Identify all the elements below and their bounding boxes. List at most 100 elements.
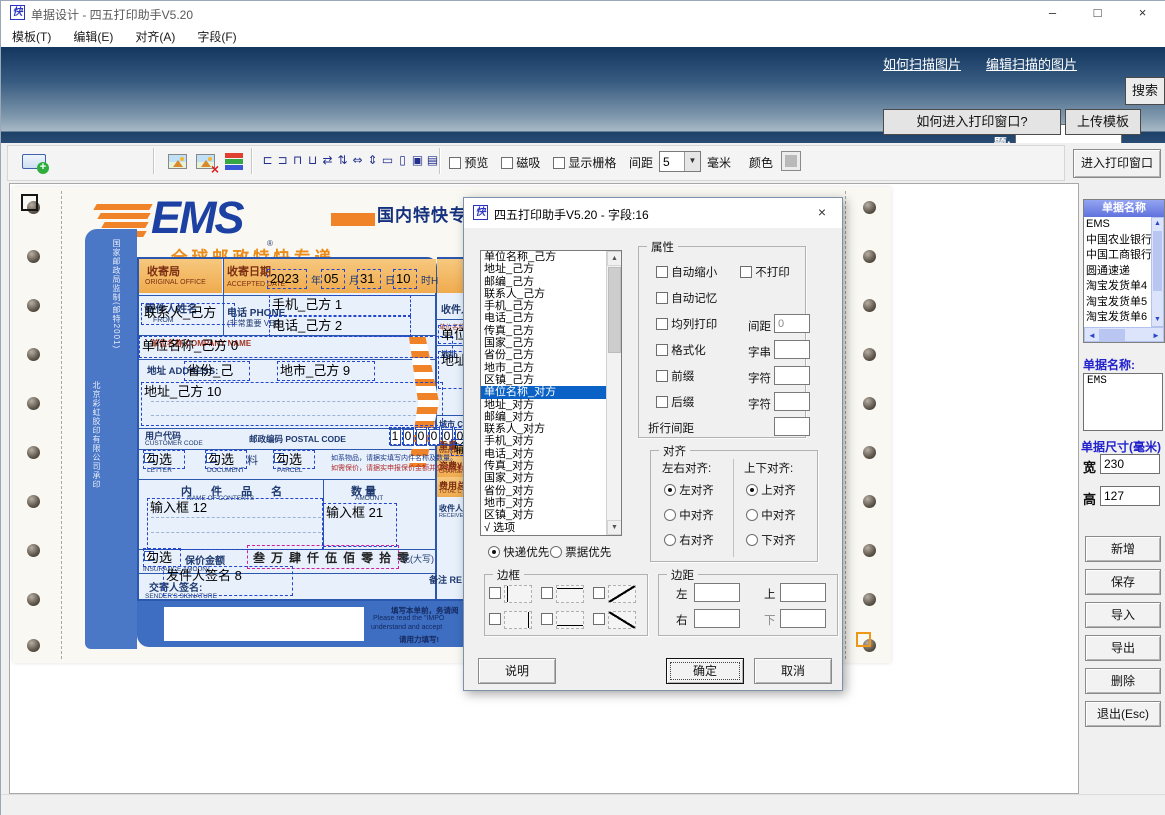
close-button[interactable]: ×	[1119, 1, 1165, 27]
field-overlay[interactable]: 联系人_己方	[141, 303, 235, 325]
priority-radio[interactable]: 票据优先	[550, 544, 611, 560]
dialog-titlebar[interactable]: 快 四五打印助手V5.20 - 字段:16 ×	[464, 198, 842, 228]
new-field-icon[interactable]: +	[15, 148, 53, 176]
color-swatch[interactable]	[781, 151, 801, 171]
field-list-scrollbar[interactable]: ▲ ▼	[606, 251, 621, 535]
h-align-radio[interactable]: 左对齐	[664, 482, 714, 498]
field-overlay[interactable]: 05	[321, 269, 345, 289]
field-overlay[interactable]: 勾选	[273, 450, 315, 469]
field-overlay[interactable]: 2023	[267, 269, 307, 289]
how-to-print-button[interactable]: 如何进入打印窗口?	[883, 109, 1061, 135]
field-list-item[interactable]: 地址_对方	[481, 399, 607, 411]
scroll-right-icon[interactable]: ►	[1150, 329, 1162, 342]
template-hscrollbar[interactable]: ◄ ►	[1084, 327, 1164, 342]
scroll-down-icon[interactable]: ▼	[1152, 314, 1163, 326]
spacing-dropdown[interactable]: 5 ▼	[659, 151, 701, 172]
width-input[interactable]	[1100, 454, 1160, 474]
field-list-item[interactable]: 手机_对方	[481, 435, 607, 447]
magnet-checkbox-box[interactable]	[501, 157, 513, 169]
field-list-item[interactable]: 地市_对方	[481, 497, 607, 509]
template-list-header[interactable]: 单据名称	[1084, 200, 1164, 217]
field-overlay[interactable]: 地址_己方 10	[141, 382, 443, 426]
field-overlay[interactable]: 10	[393, 269, 417, 289]
dropdown-arrow-icon[interactable]: ▼	[684, 152, 700, 171]
magnet-checkbox[interactable]: 磁吸	[501, 154, 540, 171]
field-overlay[interactable]: 地市_己方 9	[277, 361, 375, 381]
template-name-textarea[interactable]: EMS	[1083, 373, 1163, 431]
h-align-radio[interactable]: 中对齐	[664, 507, 714, 523]
menu-item[interactable]: 编辑(E)	[62, 25, 124, 47]
v-align-radio[interactable]: 中对齐	[746, 507, 796, 523]
border-option[interactable]	[593, 585, 645, 603]
margin-left-input[interactable]	[694, 583, 740, 602]
suffix-char-input[interactable]	[774, 392, 810, 411]
field-list-item[interactable]: 传真_己方	[481, 325, 607, 337]
template-list-item[interactable]: EMS	[1084, 217, 1151, 233]
field-list-item[interactable]: √ 选项	[481, 522, 607, 534]
field-list-item[interactable]: 省份_对方	[481, 485, 607, 497]
insert-image-icon[interactable]	[164, 148, 190, 174]
scroll-up-icon[interactable]: ▲	[607, 251, 622, 266]
sidebar-button[interactable]: 保存	[1085, 569, 1161, 595]
scan-help-link[interactable]: 如何扫描图片	[883, 54, 961, 73]
margin-top-input[interactable]	[780, 583, 826, 602]
preview-checkbox-box[interactable]	[449, 157, 461, 169]
colors-icon[interactable]	[220, 148, 246, 174]
template-list-item[interactable]: 中国工商银行	[1084, 248, 1151, 264]
template-list-item[interactable]: 圆通速递	[1084, 264, 1151, 280]
format-string-input[interactable]	[774, 340, 810, 359]
field-list-item[interactable]: 省份_己方	[481, 349, 607, 361]
h-align-radio[interactable]: 右对齐	[664, 532, 714, 548]
v-align-radio[interactable]: 下对齐	[746, 532, 796, 548]
field-overlay[interactable]: 输入框 21	[323, 503, 397, 547]
ok-button[interactable]: 确定	[666, 658, 744, 684]
template-vscrollbar[interactable]: ▲ ▼	[1151, 217, 1164, 327]
field-list-item[interactable]: 国家_对方	[481, 472, 607, 484]
prefix-char-input[interactable]	[774, 366, 810, 385]
field-overlay[interactable]: 输入框 12	[147, 498, 323, 550]
border-option[interactable]	[593, 611, 645, 629]
field-list-item[interactable]: 电话_己方	[481, 312, 607, 324]
field-list-item[interactable]: 电话_对方	[481, 448, 607, 460]
template-list-item[interactable]: 淘宝发货单5	[1084, 295, 1151, 311]
auto-memory-checkbox[interactable]: 自动记忆	[656, 290, 717, 306]
field-overlay[interactable]: 勾选	[143, 450, 185, 469]
template-list-item[interactable]: 淘宝发货单6	[1084, 310, 1151, 326]
border-option[interactable]	[541, 585, 593, 603]
field-listbox[interactable]: 单位名称_己方地址_己方邮编_己方联系人_己方手机_己方电话_己方传真_己方国家…	[480, 250, 622, 536]
wrap-spacing-input[interactable]	[774, 417, 810, 436]
margin-bottom-input[interactable]	[780, 609, 826, 628]
field-list-item[interactable]: 区镇_己方	[481, 374, 607, 386]
dialog-close-icon[interactable]: ×	[812, 204, 832, 220]
field-list-item[interactable]: 单位名称_对方	[481, 386, 607, 398]
sidebar-button[interactable]: 导入	[1085, 602, 1161, 628]
cancel-button[interactable]: 取消	[754, 658, 832, 684]
sidebar-button[interactable]: 导出	[1085, 635, 1161, 661]
priority-radio[interactable]: 快递优先	[488, 544, 549, 560]
scroll-thumb[interactable]	[608, 267, 621, 353]
format-checkbox[interactable]: 格式化	[656, 342, 706, 358]
field-overlay[interactable]: 勾选	[143, 548, 181, 567]
auto-shrink-checkbox[interactable]: 自动缩小	[656, 264, 717, 280]
field-list-item[interactable]: 联系人_对方	[481, 423, 607, 435]
scroll-down-icon[interactable]: ▼	[607, 520, 622, 535]
minimize-button[interactable]: –	[1029, 1, 1076, 27]
sidebar-button[interactable]: 退出(Esc)	[1085, 701, 1161, 727]
border-option[interactable]	[541, 611, 593, 629]
help-button[interactable]: 说明	[478, 658, 556, 684]
enter-print-window-button[interactable]: 进入打印窗口	[1073, 149, 1161, 178]
scroll-up-icon[interactable]: ▲	[1152, 218, 1163, 230]
field-list-item[interactable]: 地市_己方	[481, 362, 607, 374]
maximize-button[interactable]: □	[1074, 1, 1121, 27]
scroll-left-icon[interactable]: ◄	[1086, 329, 1098, 342]
field-overlay[interactable]: 单位名称_己方 0	[139, 336, 453, 358]
menu-item[interactable]: 字段(F)	[186, 25, 247, 47]
search-button[interactable]: 搜索	[1125, 77, 1165, 105]
menu-item[interactable]: 对齐(A)	[124, 25, 186, 47]
field-list-item[interactable]: 单位名称_己方	[481, 251, 607, 263]
field-list-item[interactable]: 邮编_己方	[481, 276, 607, 288]
menu-item[interactable]: 模板(T)	[1, 25, 62, 47]
spacing-input[interactable]	[774, 314, 810, 333]
template-list-item[interactable]: 淘宝发货单4	[1084, 279, 1151, 295]
scroll-thumb[interactable]	[1153, 231, 1162, 291]
